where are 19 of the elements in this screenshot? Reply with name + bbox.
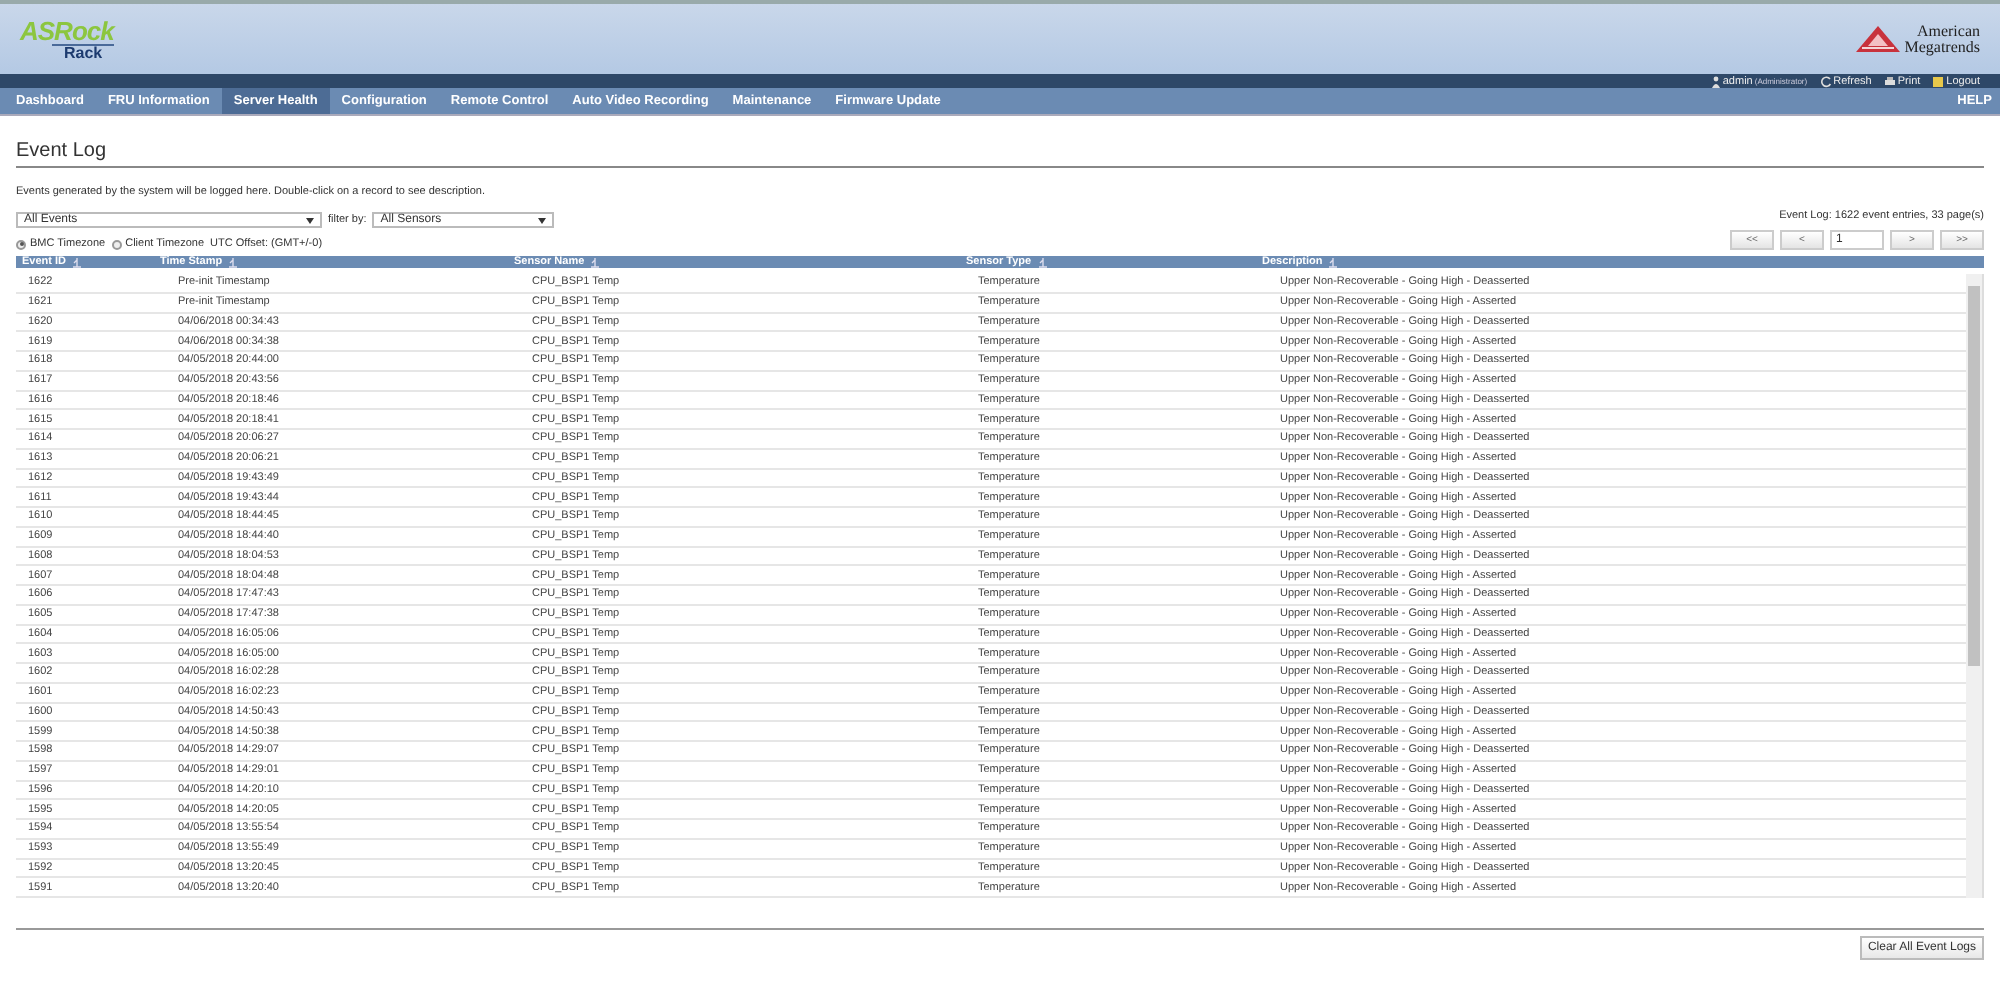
- refresh-icon: [1819, 75, 1832, 87]
- sort-icon: [1037, 257, 1048, 267]
- caret-icon: [538, 217, 547, 223]
- sort-icon: [1328, 257, 1339, 267]
- caret-icon: [306, 217, 314, 223]
- logo-brand: ASRock: [20, 17, 114, 43]
- sort-icon: [228, 257, 239, 267]
- logo-subtitle: Rack: [52, 43, 115, 61]
- sort-icon: [72, 257, 83, 267]
- user-icon: [1712, 75, 1721, 87]
- page-title: Event Log: [16, 140, 1984, 168]
- print-icon: [1883, 75, 1896, 87]
- scrollbar[interactable]: [1966, 274, 1982, 898]
- radio-button[interactable]: [16, 239, 26, 249]
- vendor-name: American: [1916, 23, 1980, 39]
- sort-icon: [590, 257, 601, 267]
- radio-button[interactable]: [111, 239, 122, 249]
- triangle-logo-icon: [1856, 26, 1901, 52]
- vendor-name: Megatrends: [1904, 39, 1980, 55]
